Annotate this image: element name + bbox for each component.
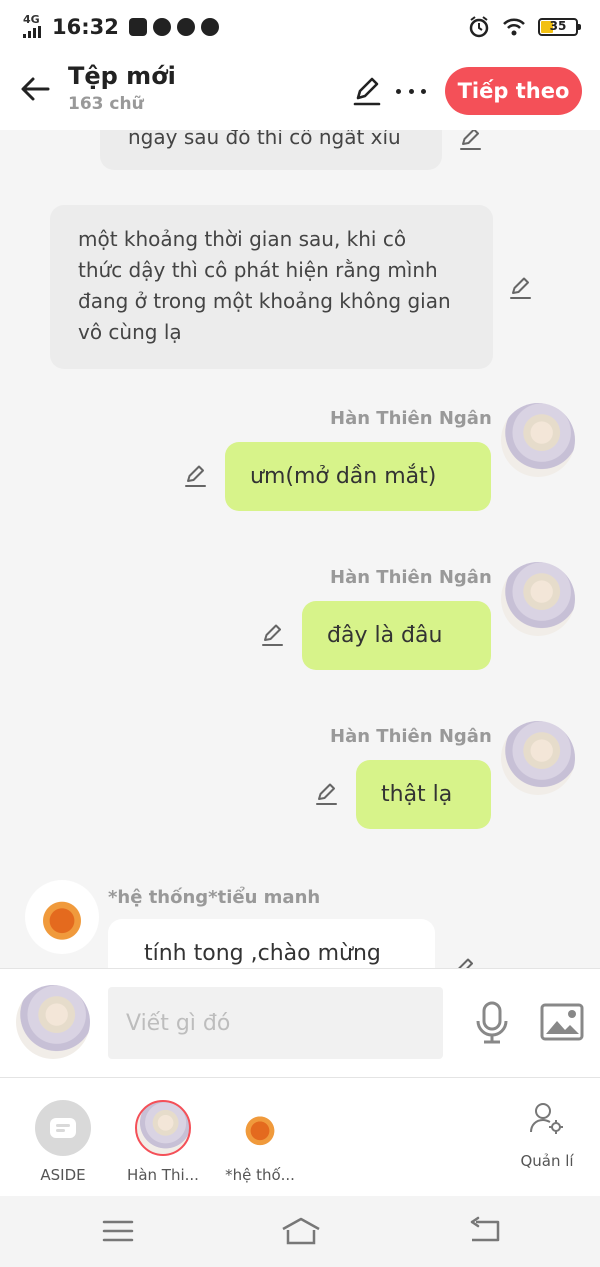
message-bubble[interactable]: thật lạ <box>356 760 491 829</box>
edit-title-icon[interactable] <box>350 74 384 108</box>
character-bar: ASIDE Hàn Thi... *hệ thố... Quản lí <box>0 1078 600 1196</box>
narration-bubble[interactable]: một khoảng thời gian sau, khi cô thức dậ… <box>50 205 493 369</box>
edit-message-icon[interactable] <box>260 622 286 648</box>
character-label: *hệ thố... <box>225 1166 295 1184</box>
message-text: ưm(mở dần mắt) <box>250 464 437 489</box>
edit-message-icon[interactable] <box>508 275 534 301</box>
status-bar: 4G 16:32 35 <box>0 0 600 54</box>
character-label: Hàn Thi... <box>127 1166 199 1184</box>
back-arrow-icon[interactable] <box>18 72 52 106</box>
status-time: 16:32 <box>52 15 119 39</box>
character-he-thong[interactable]: *hệ thố... <box>210 1100 310 1184</box>
edit-message-icon[interactable] <box>452 956 478 968</box>
next-button[interactable]: Tiếp theo <box>445 67 582 115</box>
sender-name: Hàn Thiên Ngân <box>330 408 492 429</box>
manage-characters-button[interactable]: Quản lí <box>512 1100 582 1170</box>
composer-bar <box>0 968 600 1078</box>
narration-line: vô cùng lạ <box>78 320 182 344</box>
message-text: tính tong ,chào mừng <box>144 941 381 966</box>
user-settings-icon <box>530 1103 563 1134</box>
message-text: thật lạ <box>381 782 453 807</box>
image-icon[interactable] <box>540 1003 584 1041</box>
character-avatar <box>232 1100 288 1156</box>
system-nav-bar <box>0 1196 600 1267</box>
header: Tệp mới 163 chữ Tiếp theo <box>0 54 600 130</box>
narration-line: thức dậy thì cô phát hiện rằng mình <box>78 258 438 282</box>
message-text: đây là đâu <box>327 623 443 648</box>
narration-line: một khoảng thời gian sau, khi cô <box>78 227 407 251</box>
message-bubble[interactable]: đây là đâu <box>302 601 491 670</box>
alarm-notification-icon <box>200 18 219 36</box>
message-input[interactable] <box>108 987 443 1059</box>
battery-level: 35 <box>549 19 567 33</box>
character-han-thien-ngan[interactable]: Hàn Thi... <box>113 1100 213 1184</box>
edit-message-icon[interactable] <box>183 463 209 489</box>
avatar[interactable] <box>501 403 575 477</box>
avatar[interactable] <box>501 721 575 795</box>
home-icon[interactable] <box>280 1216 322 1246</box>
character-aside[interactable]: ASIDE <box>13 1100 113 1184</box>
narration-text: ngay sau đó thì cô ngất xỉu <box>128 130 401 149</box>
menu-icon[interactable] <box>100 1216 136 1246</box>
network-type: 4G <box>23 13 40 26</box>
manage-label: Quản lí <box>520 1152 574 1170</box>
microphone-icon[interactable] <box>472 1001 512 1045</box>
signal-icon: 4G <box>22 13 46 39</box>
aside-icon <box>35 1100 91 1156</box>
more-options-icon[interactable] <box>396 76 426 106</box>
youtube-notification-icon <box>128 18 147 36</box>
avatar[interactable] <box>25 880 99 954</box>
sender-name: Hàn Thiên Ngân <box>330 726 492 747</box>
edit-message-icon[interactable] <box>314 781 340 807</box>
sender-name: *hệ thống*tiểu manh <box>108 887 321 908</box>
character-avatar <box>135 1100 191 1156</box>
message-bubble[interactable]: ưm(mở dần mắt) <box>225 442 491 511</box>
edit-message-icon[interactable] <box>458 130 484 152</box>
chat-area[interactable]: ngay sau đó thì cô ngất xỉu một khoảng t… <box>0 130 600 968</box>
back-icon[interactable] <box>466 1216 502 1246</box>
message-bubble[interactable]: tính tong ,chào mừng <box>108 919 435 968</box>
character-label: ASIDE <box>40 1166 86 1184</box>
narration-bubble[interactable]: ngay sau đó thì cô ngất xỉu <box>100 130 442 170</box>
avatar[interactable] <box>501 562 575 636</box>
wifi-icon <box>503 18 525 36</box>
chrome-notification-icon <box>176 18 195 36</box>
narration-line: đang ở trong một khoảng không gian <box>78 289 451 313</box>
alarm-icon <box>469 16 489 38</box>
page-title: Tệp mới <box>68 62 176 90</box>
messenger-notification-icon <box>152 18 171 36</box>
word-count: 163 chữ <box>68 94 144 114</box>
sender-name: Hàn Thiên Ngân <box>330 567 492 588</box>
battery-icon: 35 <box>538 18 581 36</box>
current-character-avatar[interactable] <box>16 985 90 1059</box>
